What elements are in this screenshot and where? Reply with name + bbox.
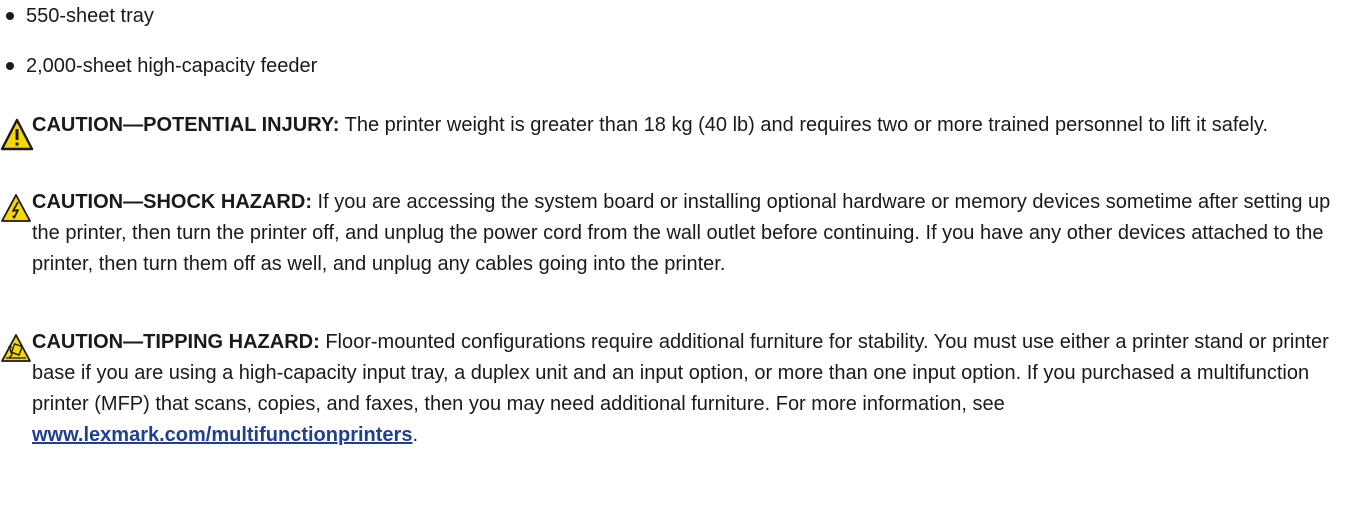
caution-tipping-hazard: CAUTION—TIPPING HAZARD: Floor-mounted co… (0, 327, 1345, 510)
caution-paragraph: CAUTION—TIPPING HAZARD: Floor-mounted co… (32, 327, 1342, 451)
caution-paragraph: CAUTION—SHOCK HAZARD: If you are accessi… (32, 187, 1342, 280)
list-item-text: 550-sheet tray (26, 5, 154, 27)
caution-potential-injury: CAUTION—POTENTIAL INJURY: The printer we… (0, 110, 1345, 172)
caution-text: The printer weight is greater than 18 kg… (339, 114, 1269, 136)
list-item: 550-sheet tray (6, 2, 154, 30)
caution-label: CAUTION—TIPPING HAZARD: (32, 331, 320, 353)
multifunction-printers-link[interactable]: www.lexmark.com/multifunctionprinters (32, 424, 412, 446)
list-item-text: 2,000-sheet high-capacity feeder (26, 55, 318, 77)
shock-hazard-icon (0, 193, 32, 229)
caution-label: CAUTION—SHOCK HAZARD: (32, 191, 312, 213)
caution-label: CAUTION—POTENTIAL INJURY: (32, 114, 340, 136)
list-item: 2,000-sheet high-capacity feeder (6, 52, 317, 80)
bullet-dot (6, 62, 14, 70)
document-page: 550-sheet tray 2,000-sheet high-capacity… (0, 0, 1353, 510)
caution-paragraph: CAUTION—POTENTIAL INJURY: The printer we… (32, 110, 1342, 141)
caution-shock-hazard: CAUTION—SHOCK HAZARD: If you are accessi… (0, 187, 1345, 312)
caution-tail: . (412, 424, 419, 446)
bullet-dot (6, 12, 14, 20)
tipping-hazard-icon (0, 333, 32, 369)
potential-injury-warning-icon (0, 118, 34, 158)
